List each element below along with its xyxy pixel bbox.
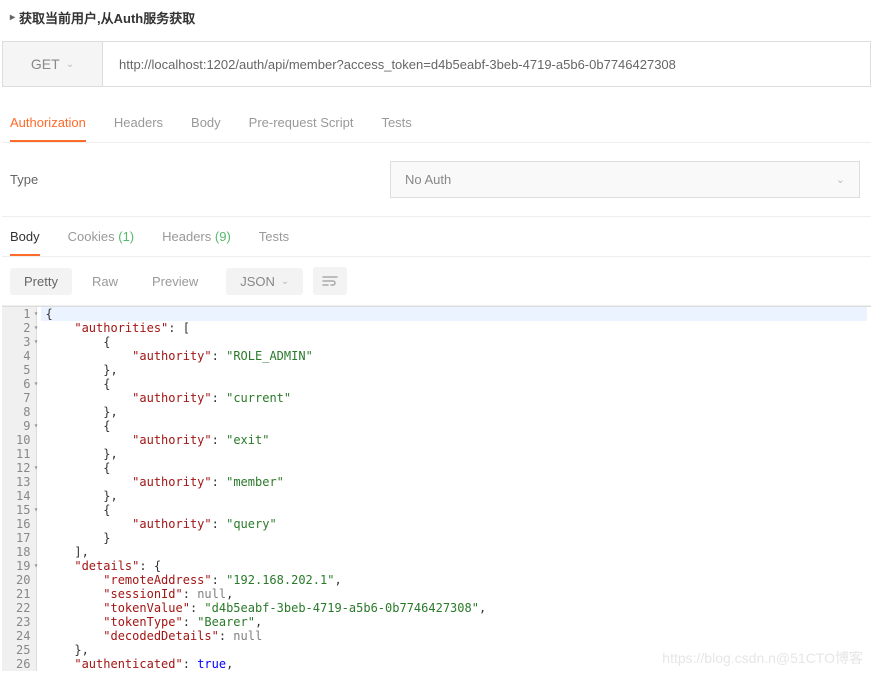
- resp-tab-headers[interactable]: Headers (9): [162, 229, 231, 256]
- resp-tab-cookies[interactable]: Cookies (1): [68, 229, 134, 256]
- auth-type-label: Type: [10, 172, 170, 187]
- resp-tab-body[interactable]: Body: [10, 229, 40, 256]
- tab-headers[interactable]: Headers: [114, 115, 163, 142]
- request-tabs: Authorization Headers Body Pre-request S…: [2, 101, 871, 143]
- line-gutter: 1234567891011121314151617181920212223242…: [2, 307, 37, 671]
- auth-type-row: Type No Auth ⌄: [2, 143, 871, 217]
- tab-prerequest[interactable]: Pre-request Script: [249, 115, 354, 142]
- tab-authorization[interactable]: Authorization: [10, 115, 86, 142]
- format-select[interactable]: JSON ⌄: [226, 268, 303, 295]
- code-content[interactable]: { "authorities": [ { "authority": "ROLE_…: [37, 307, 871, 671]
- resp-tab-tests[interactable]: Tests: [259, 229, 289, 256]
- wrap-icon: [322, 275, 338, 287]
- response-toolbar: Pretty Raw Preview JSON ⌄: [2, 257, 871, 306]
- tab-tests[interactable]: Tests: [381, 115, 411, 142]
- request-title: 获取当前用户,从Auth服务获取: [19, 8, 195, 27]
- pretty-button[interactable]: Pretty: [10, 268, 72, 295]
- format-label: JSON: [240, 274, 275, 289]
- raw-button[interactable]: Raw: [78, 268, 132, 295]
- chevron-down-icon: ⌄: [836, 173, 845, 186]
- chevron-down-icon: ⌄: [66, 59, 74, 70]
- auth-type-value: No Auth: [405, 172, 451, 187]
- request-title-bar: ▸ 获取当前用户,从Auth服务获取: [0, 0, 873, 35]
- request-url-row: GET ⌄: [2, 41, 871, 87]
- chevron-down-icon: ⌄: [281, 276, 289, 287]
- wrap-lines-button[interactable]: [313, 267, 347, 295]
- http-method-select[interactable]: GET ⌄: [3, 42, 103, 86]
- response-tabs: Body Cookies (1) Headers (9) Tests: [2, 217, 871, 257]
- http-method-label: GET: [31, 56, 60, 72]
- response-body[interactable]: 1234567891011121314151617181920212223242…: [2, 306, 871, 671]
- preview-button[interactable]: Preview: [138, 268, 212, 295]
- url-input[interactable]: [103, 42, 870, 86]
- collapse-icon[interactable]: ▸: [10, 12, 15, 23]
- tab-body[interactable]: Body: [191, 115, 221, 142]
- auth-type-select[interactable]: No Auth ⌄: [390, 161, 860, 198]
